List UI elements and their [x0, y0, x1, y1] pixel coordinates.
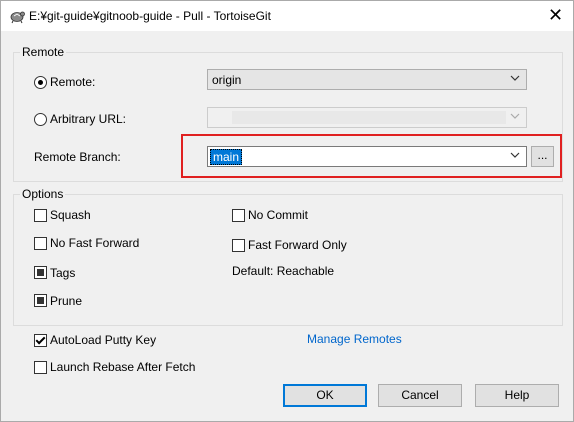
- remote-branch-label: Remote Branch:: [34, 150, 121, 164]
- no-fast-forward-checkbox[interactable]: [34, 237, 47, 250]
- manage-remotes-link[interactable]: Manage Remotes: [307, 332, 402, 346]
- autoload-putty-label[interactable]: AutoLoad Putty Key: [50, 333, 156, 347]
- tortoisegit-icon: [10, 11, 25, 24]
- browse-branch-button[interactable]: ...: [531, 146, 554, 167]
- remote-branch-combo[interactable]: main: [207, 146, 527, 167]
- arbitrary-url-label[interactable]: Arbitrary URL:: [50, 112, 126, 126]
- help-button[interactable]: Help: [475, 384, 559, 407]
- remote-branch-value[interactable]: main: [210, 149, 243, 165]
- no-commit-label[interactable]: No Commit: [248, 208, 308, 222]
- chevron-down-icon: [510, 113, 520, 119]
- chevron-down-icon[interactable]: [510, 150, 520, 160]
- autoload-putty-checkbox[interactable]: [34, 334, 47, 347]
- squash-label[interactable]: Squash: [50, 208, 91, 222]
- close-icon[interactable]: ✕: [548, 6, 563, 24]
- no-fast-forward-label[interactable]: No Fast Forward: [50, 236, 139, 250]
- prune-label[interactable]: Prune: [50, 294, 82, 308]
- remote-radio[interactable]: [34, 76, 47, 89]
- remote-radio-label[interactable]: Remote:: [50, 75, 95, 89]
- remote-select-value: origin: [212, 73, 242, 87]
- squash-checkbox[interactable]: [34, 209, 47, 222]
- default-reachable-text: Default: Reachable: [232, 264, 335, 278]
- options-group-label: Options: [20, 187, 66, 201]
- tags-label[interactable]: Tags: [50, 266, 75, 280]
- tags-checkbox[interactable]: [34, 266, 47, 279]
- arbitrary-url-field: [232, 111, 506, 124]
- prune-checkbox[interactable]: [34, 294, 47, 307]
- remote-select[interactable]: origin: [207, 69, 527, 90]
- ok-button[interactable]: OK: [283, 384, 367, 407]
- window-title: E:¥git-guide¥gitnoob-guide - Pull - Tort…: [29, 9, 271, 23]
- fast-forward-only-checkbox[interactable]: [232, 239, 245, 252]
- no-commit-checkbox[interactable]: [232, 209, 245, 222]
- launch-rebase-label[interactable]: Launch Rebase After Fetch: [50, 360, 195, 374]
- fast-forward-only-label[interactable]: Fast Forward Only: [248, 238, 347, 252]
- launch-rebase-checkbox[interactable]: [34, 361, 47, 374]
- arbitrary-url-combo: [207, 107, 527, 128]
- remote-group-label: Remote: [20, 45, 67, 59]
- chevron-down-icon: [510, 75, 520, 81]
- arbitrary-url-radio[interactable]: [34, 113, 47, 126]
- cancel-button[interactable]: Cancel: [378, 384, 462, 407]
- title-bar: E:¥git-guide¥gitnoob-guide - Pull - Tort…: [0, 0, 574, 31]
